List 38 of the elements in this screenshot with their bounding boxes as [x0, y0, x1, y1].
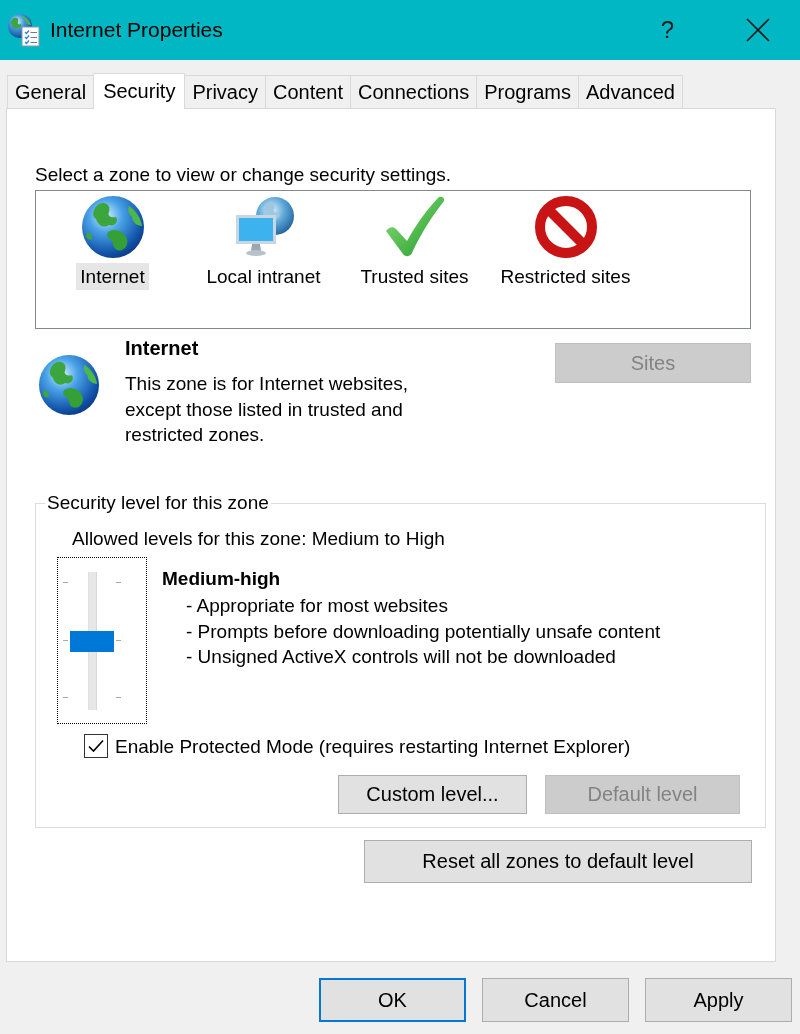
slider-thumb[interactable]	[70, 630, 114, 652]
tab[interactable]: Security	[93, 73, 186, 109]
window-title: Internet Properties	[50, 18, 223, 42]
tick-mark	[116, 639, 121, 641]
zone-item[interactable]: Restricted sites	[496, 263, 635, 290]
level-detail: - Appropriate for most websites	[186, 594, 449, 618]
allowed-levels-text: Allowed levels for this zone: Medium to High	[72, 527, 445, 550]
globe-icon	[80, 195, 145, 259]
zone-title: Internet	[125, 336, 200, 360]
checkbox[interactable]	[84, 734, 108, 758]
security-level-slider[interactable]	[57, 557, 147, 724]
help-button[interactable]: ?	[620, 0, 715, 60]
level-detail: - Unsigned ActiveX controls will not be downloaded	[186, 645, 617, 669]
prohibited-icon	[533, 195, 598, 259]
ok-button[interactable]: OK	[319, 978, 466, 1022]
custom-level-button[interactable]: Custom level...	[338, 775, 527, 814]
zone-prompt: Select a zone to view or change security settings.	[35, 163, 452, 186]
checkbox-label: Enable Protected Mode (requires restarting Internet Explorer)	[115, 734, 631, 758]
tick-mark	[116, 582, 121, 583]
zone-description: This zone is for Internet websites, except those listed in trusted and restricted zones.	[125, 372, 409, 447]
tick-mark	[63, 582, 68, 583]
zone-item[interactable]: Internet	[76, 263, 149, 290]
globe-document-icon	[7, 13, 41, 47]
tick-mark	[63, 697, 68, 698]
cancel-button[interactable]: Cancel	[482, 978, 629, 1022]
level-name: Medium-high	[162, 567, 282, 590]
group-title: Security level for this zone	[46, 492, 270, 514]
apply-button[interactable]: Apply	[645, 978, 792, 1022]
tick-mark	[116, 697, 121, 698]
zone-item[interactable]: Local intranet	[202, 263, 325, 290]
tab[interactable]: General	[7, 75, 95, 108]
close-icon	[745, 18, 770, 42]
reset-zones-button[interactable]: Reset all zones to default level	[364, 840, 752, 883]
tick-mark	[63, 639, 68, 641]
zone-item[interactable]: Trusted sites	[356, 263, 473, 290]
tab[interactable]: Advanced	[577, 75, 683, 108]
level-detail: - Prompts before downloading potentially unsafe content	[186, 619, 661, 644]
globe-icon	[38, 354, 100, 416]
